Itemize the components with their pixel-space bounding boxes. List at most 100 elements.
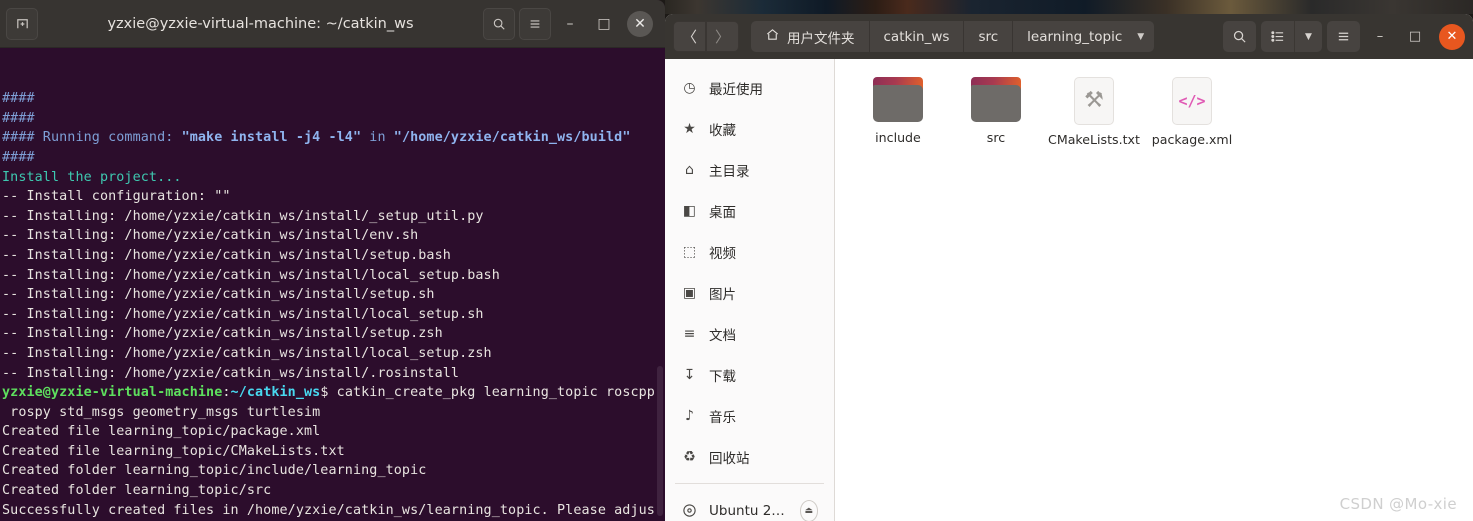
terminal-line: Created folder learning_topic/src	[2, 481, 665, 501]
terminal-line: -- Installing: /home/yzxie/catkin_ws/ins…	[2, 246, 665, 266]
hamburger-menu-icon[interactable]	[519, 7, 551, 40]
watermark: CSDN @Mo-xie	[1339, 495, 1457, 513]
terminal-title: yzxie@yzxie-virtual-machine: ~/catkin_ws	[107, 15, 414, 32]
terminal-text: ####	[2, 110, 35, 126]
terminal-text: Install the project...	[2, 169, 182, 185]
home-icon	[765, 27, 780, 46]
terminal-text: -- Installing: /home/yzxie/catkin_ws/ins…	[2, 365, 460, 381]
terminal-line: -- Installing: /home/yzxie/catkin_ws/ins…	[2, 285, 665, 305]
sidebar-places-list: ◷ 最近使用 ★ 收藏 ⌂ 主目录 ◧ 桌面 ⬚ 视频 ▣ 图片 ≡ 文档 ↧ 下载 ♪ 音乐 ♻ 回收站	[665, 67, 834, 477]
sidebar-item-document[interactable]: ≡ 文档	[665, 313, 834, 354]
hamburger-menu-icon[interactable]	[1327, 21, 1360, 52]
breadcrumb-item-catkin_ws[interactable]: catkin_ws	[869, 21, 965, 52]
terminal-line: ####	[2, 89, 665, 109]
terminal-titlebar: yzxie@yzxie-virtual-machine: ~/catkin_ws…	[0, 0, 665, 48]
sidebar-item-label: 图片	[709, 286, 736, 303]
terminal-text: -- Installing: /home/yzxie/catkin_ws/ins…	[2, 306, 484, 322]
video-icon: ⬚	[682, 243, 697, 260]
terminal-text: Successfully created files in /home/yzxi…	[2, 502, 655, 518]
file-listing[interactable]: include src ⚒ CMakeLists.txt </> package.xml …	[835, 59, 1473, 521]
terminal-text: #### Running command:	[2, 130, 182, 146]
terminal-line: -- Installing: /home/yzxie/catkin_ws/ins…	[2, 324, 665, 344]
terminal-line: Install the project...	[2, 168, 665, 188]
terminal-text: "/home/yzxie/catkin_ws/build"	[393, 130, 631, 146]
desktop-icon: ◧	[682, 202, 697, 219]
breadcrumb: 用户文件夹 catkin_ws src learning_topic ▼	[751, 21, 1155, 52]
terminal-text: ####	[2, 91, 35, 107]
sidebar-item-label: 收藏	[709, 122, 736, 139]
sidebar-item-music[interactable]: ♪ 音乐	[665, 395, 834, 436]
sidebar-item-device[interactable]: Ubuntu 20.0... ⏏	[665, 490, 834, 521]
sidebar-item-desktop[interactable]: ◧ 桌面	[665, 190, 834, 231]
terminal-line: -- Installing: /home/yzxie/catkin_ws/ins…	[2, 226, 665, 246]
file-item[interactable]: </> package.xml	[1143, 71, 1241, 147]
terminal-line: ####	[2, 109, 665, 129]
sidebar-item-label: 音乐	[709, 409, 736, 426]
sidebar-item-label: Ubuntu 20.0...	[709, 502, 789, 519]
chevron-down-icon[interactable]: ▼	[1137, 32, 1144, 42]
new-tab-icon[interactable]	[6, 7, 38, 40]
terminal-text: -- Installing: /home/yzxie/catkin_ws/ins…	[2, 345, 492, 361]
file-manager-maximize-button[interactable]: □	[1400, 22, 1430, 52]
sidebar-divider	[675, 483, 824, 484]
terminal-line: ####	[2, 148, 665, 168]
search-icon[interactable]	[483, 7, 515, 40]
breadcrumb-item-用户文件夹[interactable]: 用户文件夹	[751, 21, 870, 52]
terminal-text: Created file learning_topic/package.xml	[2, 424, 321, 440]
terminal-output[interactable]: #### #### #### Running command: "make inst…	[0, 48, 665, 521]
terminal-close-button[interactable]: ✕	[627, 10, 653, 37]
search-icon[interactable]	[1223, 21, 1256, 52]
sidebar-item-label: 主目录	[709, 163, 750, 180]
terminal-text: -- Installing: /home/yzxie/catkin_ws/ins…	[2, 208, 484, 224]
terminal-titlebar-buttons: – □ ✕	[483, 7, 659, 40]
terminal-text: in	[361, 130, 394, 146]
terminal-scrollbar[interactable]	[657, 366, 663, 516]
terminal-text: Created folder learning_topic/include/le…	[2, 463, 427, 479]
terminal-line: -- Installing: /home/yzxie/catkin_ws/ins…	[2, 305, 665, 325]
terminal-line: -- Installing: /home/yzxie/catkin_ws/ins…	[2, 344, 665, 364]
terminal-line: yzxie@yzxie-virtual-machine:~/catkin_ws$…	[2, 383, 665, 403]
terminal-line: Created file learning_topic/CMakeLists.t…	[2, 442, 665, 462]
code-file-icon: </>	[1172, 77, 1212, 125]
file-item[interactable]: src	[947, 71, 1045, 147]
sidebar-item-home[interactable]: ⌂ 主目录	[665, 149, 834, 190]
terminal-minimize-button[interactable]: –	[555, 9, 585, 39]
terminal-line: #### Running command: "make install -j4 …	[2, 128, 665, 148]
terminal-text: rospy std_msgs geometry_msgs turtlesim	[2, 404, 321, 420]
back-button[interactable]: 〈	[673, 21, 706, 52]
terminal-text: -- Installing: /home/yzxie/catkin_ws/ins…	[2, 287, 435, 303]
file-manager-header: 〈 〉 用户文件夹 catkin_ws src learning_topic ▼	[665, 14, 1473, 59]
terminal-text: -- Installing: /home/yzxie/catkin_ws/ins…	[2, 247, 451, 263]
file-item[interactable]: include	[849, 71, 947, 147]
breadcrumb-label: 用户文件夹	[787, 30, 855, 47]
file-manager-minimize-button[interactable]: –	[1365, 22, 1395, 52]
desktop-wallpaper	[665, 0, 1473, 14]
file-item[interactable]: ⚒ CMakeLists.txt	[1045, 71, 1143, 147]
file-manager-window: 〈 〉 用户文件夹catkin_wssrclearning_topic▼	[665, 14, 1473, 521]
sidebar-item-download[interactable]: ↧ 下载	[665, 354, 834, 395]
terminal-text: -- Install configuration: ""	[2, 189, 231, 205]
terminal-text: ~/catkin_ws	[230, 385, 321, 401]
forward-button[interactable]: 〉	[706, 21, 739, 52]
breadcrumb-item-src[interactable]: src	[964, 21, 1014, 52]
terminal-line: -- Install configuration: ""	[2, 187, 665, 207]
terminal-line: -- Installing: /home/yzxie/catkin_ws/ins…	[2, 207, 665, 227]
sidebar-item-clock[interactable]: ◷ 最近使用	[665, 67, 834, 108]
sidebar-item-picture[interactable]: ▣ 图片	[665, 272, 834, 313]
navigation-buttons: 〈 〉	[673, 21, 739, 52]
picture-icon: ▣	[682, 284, 697, 301]
breadcrumb-item-learning_topic[interactable]: learning_topic ▼	[1013, 21, 1155, 52]
view-dropdown-caret-icon[interactable]: ▼	[1294, 21, 1322, 52]
sidebar-item-label: 视频	[709, 245, 736, 262]
terminal-line: Created folder learning_topic/include/le…	[2, 461, 665, 481]
terminal-maximize-button[interactable]: □	[589, 9, 619, 39]
file-manager-close-button[interactable]: ✕	[1439, 23, 1465, 50]
sidebar-item-label: 桌面	[709, 204, 736, 221]
list-view-icon[interactable]	[1261, 21, 1294, 52]
sidebar-item-star[interactable]: ★ 收藏	[665, 108, 834, 149]
terminal-line: Successfully created files in /home/yzxi…	[2, 501, 665, 521]
sidebar-item-video[interactable]: ⬚ 视频	[665, 231, 834, 272]
sidebar-item-trash[interactable]: ♻ 回收站	[665, 436, 834, 477]
terminal-text: -- Installing: /home/yzxie/catkin_ws/ins…	[2, 267, 500, 283]
eject-icon[interactable]: ⏏	[799, 499, 818, 521]
